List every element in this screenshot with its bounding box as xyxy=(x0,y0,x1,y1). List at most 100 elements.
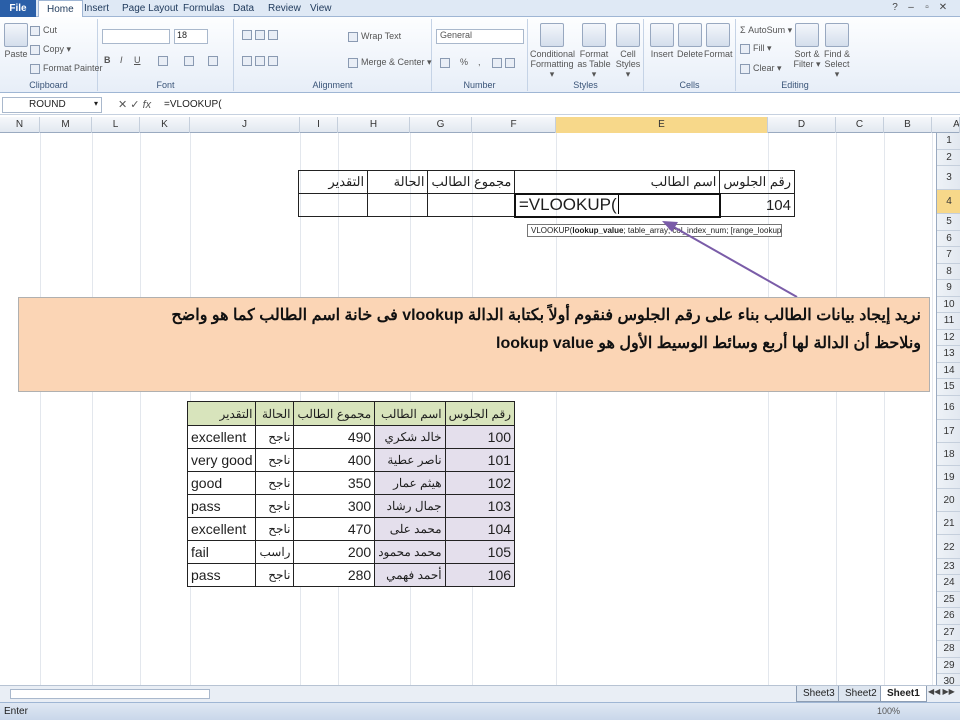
clear-button[interactable]: Clear ▾ xyxy=(740,63,782,74)
column-header-k[interactable]: K xyxy=(140,117,190,133)
insert-cells-button[interactable]: Insert xyxy=(648,23,676,59)
borders-button[interactable] xyxy=(158,55,171,66)
close-icon[interactable]: ✕ xyxy=(936,2,950,13)
cell-seat[interactable]: 101 xyxy=(444,448,516,472)
font-name-select[interactable] xyxy=(102,29,170,44)
name-box-dropdown-icon[interactable]: ▾ xyxy=(94,99,98,108)
row-header-23[interactable]: 23 xyxy=(937,559,960,576)
format-painter-button[interactable]: Format Painter xyxy=(30,63,103,74)
column-header-l[interactable]: L xyxy=(92,117,140,133)
cell-styles-button[interactable]: Cell Styles ▾ xyxy=(614,23,642,79)
percent-button[interactable]: % xyxy=(460,57,468,67)
row-header-5[interactable]: 5 xyxy=(937,214,960,231)
column-header-n[interactable]: N xyxy=(0,117,40,133)
row-header-27[interactable]: 27 xyxy=(937,625,960,642)
autosum-button[interactable]: Σ AutoSum ▾ xyxy=(740,25,792,36)
row-header-3[interactable]: 3 xyxy=(937,166,960,190)
row-header-18[interactable]: 18 xyxy=(937,443,960,466)
merge-center-button[interactable]: Merge & Center ▾ xyxy=(348,57,432,68)
cell-status[interactable]: ناجح xyxy=(255,563,295,587)
tab-file[interactable]: File xyxy=(0,0,36,17)
cell-grade[interactable] xyxy=(297,193,369,217)
column-header-h[interactable]: H xyxy=(338,117,410,133)
row-header-6[interactable]: 6 xyxy=(937,231,960,247)
row-header-4[interactable]: 4 xyxy=(937,190,960,214)
cell-total[interactable]: 280 xyxy=(293,563,376,587)
column-header-i[interactable]: I xyxy=(300,117,338,133)
row-header-16[interactable]: 16 xyxy=(937,396,960,420)
row-header-10[interactable]: 10 xyxy=(937,297,960,313)
row-header-1[interactable]: 1 xyxy=(937,133,960,150)
help-icon[interactable]: ? xyxy=(888,2,902,13)
underline-button[interactable]: U xyxy=(134,55,141,65)
cell-name[interactable]: محمد محمود xyxy=(374,540,446,564)
row-header-17[interactable]: 17 xyxy=(937,420,960,443)
enter-icon[interactable]: ✓ xyxy=(130,99,139,111)
delete-cells-button[interactable]: Delete xyxy=(676,23,704,59)
sheet-tab-sheet3[interactable]: Sheet3 xyxy=(796,686,842,702)
format-cells-button[interactable]: Format xyxy=(704,23,733,59)
active-cell[interactable]: =VLOOKUP( xyxy=(513,192,721,218)
sheet-nav-arrows-icon[interactable]: ◀◀ ▶▶ xyxy=(928,687,955,696)
find-select-button[interactable]: Find & Select ▾ xyxy=(822,23,852,79)
row-header-14[interactable]: 14 xyxy=(937,363,960,379)
cell-total[interactable]: 400 xyxy=(293,448,376,472)
zoom-level[interactable]: 100% xyxy=(877,703,900,720)
cell-total[interactable]: 200 xyxy=(293,540,376,564)
cell-grade[interactable]: good xyxy=(186,471,257,495)
cell-name[interactable]: هيثم عمار xyxy=(374,471,446,495)
row-header-22[interactable]: 22 xyxy=(937,536,960,559)
cell-seat[interactable]: 105 xyxy=(444,540,516,564)
column-header-j[interactable]: J xyxy=(190,117,300,133)
cell-seat[interactable]: 103 xyxy=(444,494,516,518)
cell-seat[interactable]: 104 xyxy=(444,517,516,541)
tab-view[interactable]: View xyxy=(302,0,340,17)
cell-grade[interactable]: excellent xyxy=(186,517,257,541)
cell-total[interactable]: 300 xyxy=(293,494,376,518)
currency-button[interactable] xyxy=(440,57,453,68)
align-top-button[interactable] xyxy=(242,29,281,40)
row-header-11[interactable]: 11 xyxy=(937,313,960,330)
row-header-13[interactable]: 13 xyxy=(937,346,960,363)
select-all-corner[interactable] xyxy=(936,117,960,133)
cell-name[interactable]: أحمد فهمي xyxy=(374,563,446,587)
column-header-e[interactable]: E xyxy=(556,117,768,133)
cell-name[interactable]: ناصر عطية xyxy=(374,448,446,472)
fill-button[interactable]: Fill ▾ xyxy=(740,43,772,54)
cell-status[interactable]: ناجح xyxy=(255,494,295,518)
tab-data[interactable]: Data xyxy=(225,0,262,17)
cancel-icon[interactable]: ✕ xyxy=(118,99,127,111)
cell-name[interactable]: خالد شكري xyxy=(374,425,446,449)
column-header-f[interactable]: F xyxy=(472,117,556,133)
cell-seat[interactable]: 106 xyxy=(444,563,516,587)
cell-status[interactable] xyxy=(367,193,429,217)
cut-button[interactable]: Cut xyxy=(30,25,57,36)
sheet-tab-sheet2[interactable]: Sheet2 xyxy=(838,686,884,702)
row-header-26[interactable]: 26 xyxy=(937,608,960,625)
cell-name[interactable]: محمد على xyxy=(374,517,446,541)
font-color-button[interactable] xyxy=(208,55,221,66)
fill-color-button[interactable] xyxy=(184,55,197,66)
wrap-text-button[interactable]: Wrap Text xyxy=(348,31,401,42)
row-header-8[interactable]: 8 xyxy=(937,264,960,280)
cell-total[interactable]: 350 xyxy=(293,471,376,495)
row-header-24[interactable]: 24 xyxy=(937,575,960,592)
align-left-button[interactable] xyxy=(242,55,281,66)
column-header-b[interactable]: B xyxy=(884,117,932,133)
column-header-m[interactable]: M xyxy=(40,117,92,133)
name-box[interactable]: ROUND xyxy=(2,97,102,113)
cell-seat[interactable]: 104 xyxy=(719,193,795,217)
cell-total[interactable] xyxy=(427,193,516,217)
column-header-g[interactable]: G xyxy=(410,117,472,133)
copy-button[interactable]: Copy ▾ xyxy=(30,44,71,55)
cell-status[interactable]: ناجح xyxy=(255,448,295,472)
cell-seat[interactable]: 102 xyxy=(444,471,516,495)
cell-grade[interactable]: pass xyxy=(186,494,257,518)
cell-status[interactable]: ناجح xyxy=(255,471,295,495)
format-as-table-button[interactable]: Format as Table ▾ xyxy=(576,23,612,79)
bold-button[interactable]: B xyxy=(104,55,111,65)
comma-button[interactable]: , xyxy=(478,57,481,67)
formula-input[interactable]: =VLOOKUP( xyxy=(164,99,222,110)
cell-grade[interactable]: pass xyxy=(186,563,257,587)
column-header-d[interactable]: D xyxy=(768,117,836,133)
